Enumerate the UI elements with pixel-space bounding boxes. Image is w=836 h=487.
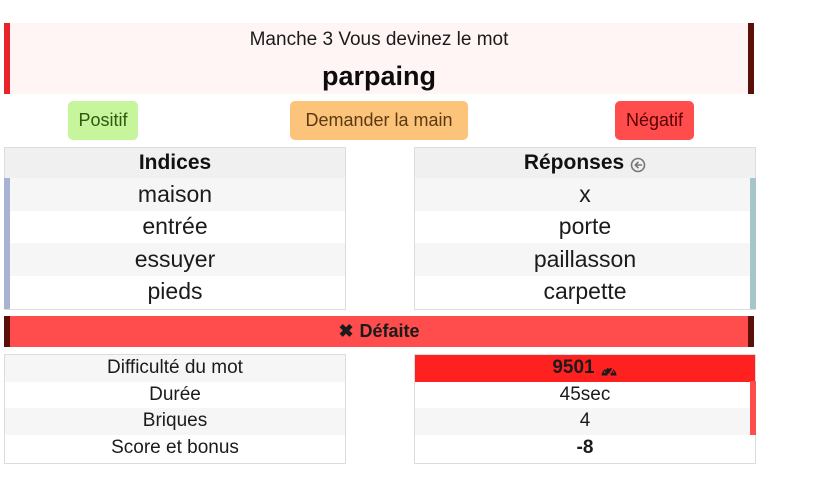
positive-button[interactable]: Positif [68, 101, 138, 140]
round-header: Manche 3 Vous devinez le mot parpaing [4, 23, 754, 94]
gauge-icon [600, 361, 618, 377]
round-label: Manche 3 Vous devinez le mot [249, 29, 509, 50]
duration-value: 45sec [559, 383, 611, 405]
answer-row: carpette [415, 276, 755, 309]
stat-label: Durée [149, 383, 201, 405]
answer-text: x [579, 180, 591, 207]
clue-row: entrée [5, 211, 345, 244]
answer-row: x [415, 178, 755, 211]
back-arrow-circle-icon[interactable] [630, 155, 646, 173]
answer-row: paillasson [415, 243, 755, 276]
answers-header: Réponses [415, 148, 755, 178]
result-banner: ✖ Défaite [4, 316, 754, 347]
stat-label-row: Durée [5, 382, 345, 409]
result-label: Défaite [359, 321, 420, 341]
clue-text: pieds [147, 278, 203, 305]
answer-text: porte [558, 213, 612, 240]
answer-text: paillasson [533, 245, 637, 272]
clue-text: maison [137, 180, 213, 207]
answer-text: carpette [543, 278, 627, 305]
clues-table: Indices maison entrée essuyer pieds [4, 147, 346, 310]
stat-label: Score et bonus [111, 436, 239, 458]
bricks-row: 4 [415, 408, 755, 435]
stat-label-row: Difficulté du mot [5, 355, 345, 382]
answers-table: Réponses x porte paillasson carpette [414, 147, 756, 310]
x-icon: ✖ [338, 321, 354, 341]
score-value: -8 [576, 436, 594, 458]
clues-header: Indices [5, 148, 345, 178]
difficulty-row: 9501 [415, 355, 755, 382]
stat-label: Difficulté du mot [107, 357, 243, 379]
duration-row: 45sec [415, 382, 755, 409]
ask-hand-button[interactable]: Demander la main [290, 101, 468, 140]
clue-text: entrée [142, 213, 208, 240]
clue-text: essuyer [134, 245, 216, 272]
clue-row: maison [5, 178, 345, 211]
clue-row: pieds [5, 276, 345, 309]
answers-accent-bar [750, 178, 756, 309]
score-row: -8 [415, 435, 755, 462]
difficulty-value: 9501 [552, 357, 595, 379]
stats-values-table: 9501 45sec 4 -8 [414, 354, 756, 464]
clues-title: Indices [138, 151, 212, 174]
target-word: parpaing [321, 61, 436, 91]
clue-row: essuyer [5, 243, 345, 276]
stat-label-row: Briques [5, 408, 345, 435]
stat-label-row: Score et bonus [5, 435, 345, 462]
bricks-value: 4 [579, 410, 591, 432]
answer-row: porte [415, 211, 755, 244]
stats-accent-bar [750, 381, 756, 435]
answers-title: Réponses [523, 151, 625, 174]
stats-labels-table: Difficulté du mot Durée Briques Score et… [4, 354, 346, 464]
negative-button[interactable]: Négatif [615, 101, 694, 140]
stat-label: Briques [142, 410, 208, 432]
clues-accent-bar [4, 178, 10, 309]
